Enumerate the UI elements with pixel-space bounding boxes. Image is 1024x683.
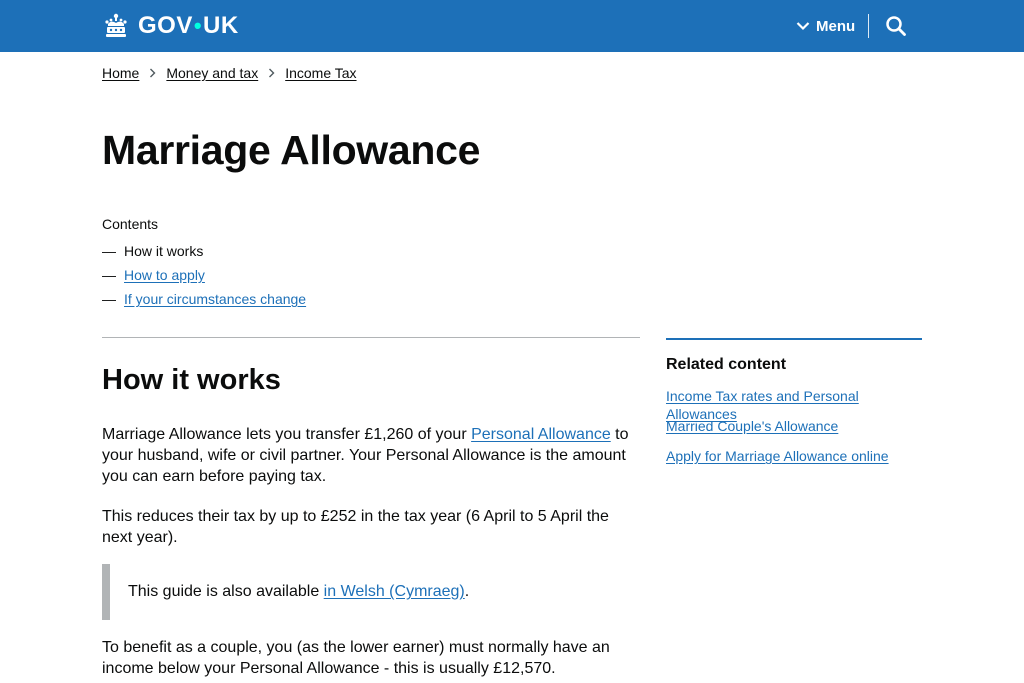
related-link-apply-online[interactable]: Apply for Marriage Allowance online [666,448,889,464]
logo-dot: • [193,13,203,38]
menu-button[interactable]: Menu [796,16,855,36]
related-links: Income Tax rates and Personal Allowances… [666,387,922,477]
logo-text-uk: UK [203,12,239,39]
contents-title: Contents [102,216,159,232]
contents-item-how-it-works: — How it works [102,239,306,263]
contents-item-how-to-apply: — How to apply [102,263,306,287]
contents-link-circumstances[interactable]: If your circumstances change [124,288,306,310]
crown-icon [105,13,127,37]
contents-dash: — [102,243,116,259]
section-divider [102,337,640,338]
chevron-down-icon [796,22,810,31]
contents-dash: — [102,267,116,283]
inset-text-welsh: This guide is also available in Welsh (C… [102,564,640,620]
logo-wordmark: GOV • UK [138,12,239,40]
chevron-right-icon [268,68,275,78]
contents-item-circumstances: — If your circumstances change [102,287,306,311]
paragraph-text: Marriage Allowance lets you transfer £1,… [102,426,472,443]
related-content: Related content Income Tax rates and Per… [666,338,922,477]
breadcrumb-money-and-tax[interactable]: Money and tax [166,65,258,81]
chevron-right-icon [149,68,156,78]
breadcrumb-income-tax[interactable]: Income Tax [285,65,356,81]
contents-nav: Contents — How it works — How to apply —… [102,214,306,311]
govuk-logo[interactable]: GOV • UK [102,11,239,41]
breadcrumb-home[interactable]: Home [102,65,139,81]
page-title: Marriage Allowance [102,127,481,173]
contents-dash: — [102,291,116,307]
related-item: Income Tax rates and Personal Allowances [666,387,922,422]
paragraph-tax-reduction: This reduces their tax by up to £252 in … [102,508,609,546]
related-link-married-couples[interactable]: Married Couple's Allowance [666,418,838,434]
section-heading: How it works [102,364,281,396]
welsh-guide-link[interactable]: in Welsh (Cymraeg) [324,583,465,600]
menu-button-label: Menu [816,17,856,35]
contents-list: — How it works — How to apply — If your … [102,239,306,311]
related-item: Apply for Marriage Allowance online [666,447,922,477]
paragraph-transfer: Marriage Allowance lets you transfer £1,… [102,424,642,487]
logo-text-gov: GOV [138,12,193,39]
header-divider [868,14,869,38]
related-item: Married Couple's Allowance [666,417,922,447]
search-icon [886,16,906,36]
contents-link-how-to-apply[interactable]: How to apply [124,264,205,286]
paragraph-eligibility: To benefit as a couple, you (as the lowe… [102,639,610,677]
contents-item-label: How it works [124,243,204,259]
inset-text-end: . [464,583,470,600]
breadcrumb: Home Money and tax Income Tax [102,64,357,82]
search-button[interactable] [884,14,908,38]
site-header: GOV • UK Menu [0,0,1024,52]
related-content-title: Related content [666,356,787,373]
inset-text: This guide is also available [128,583,324,600]
personal-allowance-link[interactable]: Personal Allowance [471,426,611,443]
